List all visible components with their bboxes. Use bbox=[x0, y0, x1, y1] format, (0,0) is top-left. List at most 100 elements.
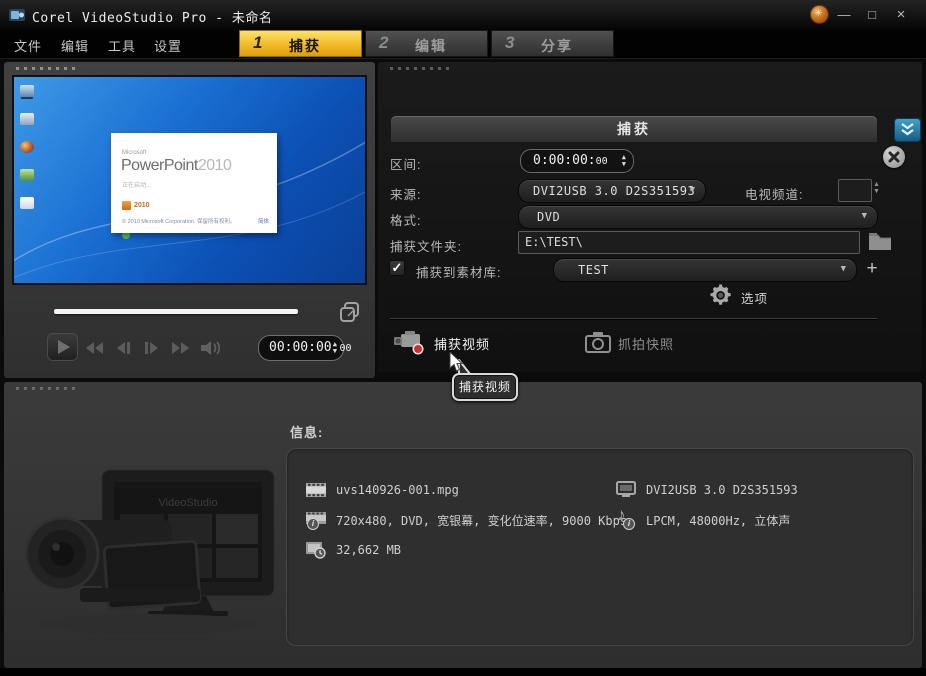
window-title: Corel VideoStudio Pro - 未命名 bbox=[32, 7, 272, 26]
capture-device-icon bbox=[615, 481, 637, 499]
desktop-icon-recycle-bin bbox=[20, 113, 34, 125]
info-item-video-format: i 720x480, DVD, 宽银幕, 变化位速率, 9000 Kbps bbox=[305, 509, 627, 531]
tab-edit-label: 编辑 bbox=[415, 36, 447, 56]
desktop-icon-computer bbox=[20, 85, 34, 97]
capture-panel: 捕获 区间: 0:00:00:00 ▲▼ 来源: DVI2USB 3.0 D2S… bbox=[378, 62, 922, 372]
mouse-cursor bbox=[449, 352, 464, 373]
info-item-device: DVI2USB 3.0 D2S351593 bbox=[615, 479, 798, 501]
tab-share[interactable]: 3 分享 bbox=[491, 30, 614, 57]
playback-scrubber[interactable] bbox=[54, 309, 298, 314]
chevron-down-icon: ▼ bbox=[862, 211, 867, 221]
library-folder-dropdown[interactable]: TEST ▼ bbox=[553, 258, 857, 282]
fast-forward-button[interactable] bbox=[168, 338, 192, 358]
chevron-down-icon: ▼ bbox=[841, 264, 846, 274]
camcorder-tv-illustration: VideoStudio bbox=[10, 448, 284, 662]
tab-edit-number: 2 bbox=[379, 33, 388, 53]
tab-share-number: 3 bbox=[505, 33, 514, 53]
captured-desktop: Microsoft PowerPoint2010 正在启动... 2010 © … bbox=[14, 77, 365, 283]
capture-to-library-label: 捕获到素材库: bbox=[416, 262, 501, 281]
menu-edit[interactable]: 编辑 bbox=[61, 36, 89, 55]
preview-timecode[interactable]: 00:00:00:00 ▲▼ bbox=[258, 335, 344, 361]
info-item-file-size: 32,662 MB bbox=[305, 539, 401, 561]
preview-panel: Microsoft PowerPoint2010 正在启动... 2010 © … bbox=[4, 62, 375, 378]
minimize-button[interactable]: — bbox=[834, 5, 854, 25]
source-label: 来源: bbox=[390, 184, 421, 203]
info-title: 信息: bbox=[290, 422, 323, 441]
snapshot-button[interactable]: 抓拍快照 bbox=[584, 326, 734, 360]
browse-folder-button[interactable] bbox=[866, 228, 894, 254]
splash-brand: Microsoft bbox=[122, 150, 146, 156]
capture-to-library-checkbox[interactable]: ✓ bbox=[389, 260, 405, 276]
info-box: uvs140926-001.mpg i 720x480, DVD, 宽银幕, 变… bbox=[286, 448, 914, 646]
tv-channel-stepper[interactable]: ▲▼ bbox=[873, 182, 880, 195]
divider bbox=[390, 318, 877, 319]
collapse-panel-button[interactable] bbox=[894, 118, 921, 142]
splash-copyright: © 2010 Microsoft Corporation. 保留所有权利。 bbox=[122, 217, 235, 225]
office-logo-icon bbox=[122, 201, 131, 210]
tooltip-capture-video: 捕获视频 bbox=[452, 373, 518, 401]
svg-text:VideoStudio: VideoStudio bbox=[158, 497, 217, 509]
panel-drag-handle[interactable] bbox=[16, 387, 78, 390]
duration-stepper[interactable]: ▲▼ bbox=[622, 154, 626, 167]
format-label: 格式: bbox=[390, 210, 421, 229]
double-chevron-down-icon bbox=[894, 118, 921, 142]
film-strip-icon bbox=[305, 482, 327, 498]
snapshot-label: 抓拍快照 bbox=[618, 334, 674, 353]
format-dropdown[interactable]: DVD ▼ bbox=[518, 205, 878, 229]
chevron-down-icon: ▼ bbox=[690, 185, 695, 195]
splash-logo-text: 2010 bbox=[134, 202, 150, 209]
rewind-button[interactable] bbox=[83, 338, 107, 358]
capture-folder-label: 捕获文件夹: bbox=[390, 236, 462, 255]
previous-frame-button[interactable] bbox=[112, 338, 136, 358]
info-item-filename: uvs140926-001.mpg bbox=[305, 479, 459, 501]
menu-tools[interactable]: 工具 bbox=[108, 36, 136, 55]
menu-file[interactable]: 文件 bbox=[14, 36, 42, 55]
gear-icon bbox=[708, 282, 735, 309]
app-icon bbox=[8, 6, 26, 24]
splash-locale: 简体 bbox=[258, 217, 269, 225]
clock-icon bbox=[314, 547, 326, 559]
source-dropdown[interactable]: DVI2USB 3.0 D2S351593 ▼ bbox=[518, 179, 706, 203]
close-panel-button[interactable] bbox=[883, 146, 905, 168]
desktop-icon-document bbox=[20, 197, 34, 209]
close-window-button[interactable]: × bbox=[891, 5, 911, 25]
panel-drag-handle[interactable] bbox=[16, 67, 78, 70]
splash-product: PowerPoint2010 bbox=[121, 157, 231, 175]
volume-button[interactable] bbox=[198, 338, 226, 358]
preview-screen: Microsoft PowerPoint2010 正在启动... 2010 © … bbox=[12, 75, 367, 285]
enlarge-preview-icon[interactable] bbox=[338, 300, 362, 324]
next-frame-button[interactable] bbox=[140, 338, 164, 358]
window-bottom-edge bbox=[0, 668, 926, 676]
desktop-icon-browser bbox=[20, 141, 34, 153]
corel-guide-button[interactable]: ✳ bbox=[810, 5, 829, 24]
close-icon bbox=[883, 146, 905, 168]
info-item-audio-format: ♪ i LPCM, 48000Hz, 立体声 bbox=[615, 509, 790, 531]
tab-capture-label: 捕获 bbox=[289, 36, 321, 56]
tab-edit[interactable]: 2 编辑 bbox=[365, 30, 488, 57]
duration-label: 区间: bbox=[390, 154, 421, 173]
title-bar: Corel VideoStudio Pro - 未命名 ✳ — □ × bbox=[0, 0, 926, 30]
capture-folder-input[interactable]: E:\TEST\ bbox=[518, 231, 860, 254]
timecode-stepper[interactable]: ▲▼ bbox=[333, 341, 337, 354]
camcorder-record-icon bbox=[392, 328, 428, 358]
tab-capture-number: 1 bbox=[253, 33, 262, 53]
capture-video-label: 捕获视频 bbox=[434, 334, 490, 353]
menu-settings[interactable]: 设置 bbox=[154, 36, 182, 55]
info-badge-icon: i bbox=[623, 518, 635, 530]
play-button[interactable] bbox=[47, 333, 78, 361]
capture-header-tab[interactable]: 捕获 bbox=[391, 116, 877, 142]
tv-channel-label: 电视频道: bbox=[745, 184, 803, 203]
tv-channel-input[interactable] bbox=[838, 179, 872, 202]
options-button[interactable]: 选项 bbox=[708, 282, 818, 310]
tab-share-label: 分享 bbox=[541, 36, 573, 56]
duration-spinner[interactable]: 0:00:00:00 ▲▼ bbox=[520, 149, 634, 173]
add-library-folder-button[interactable]: + bbox=[861, 259, 883, 279]
maximize-button[interactable]: □ bbox=[862, 5, 882, 25]
tab-capture[interactable]: 1 捕获 bbox=[239, 30, 362, 57]
capture-video-button[interactable]: 捕获视频 bbox=[392, 326, 552, 360]
application-window: Corel VideoStudio Pro - 未命名 ✳ — □ × 文件 编… bbox=[0, 0, 926, 676]
info-panel: VideoStudio 信息: uvs1409 bbox=[4, 382, 922, 668]
info-badge-icon: i bbox=[307, 518, 319, 530]
splash-loading-text: 正在启动... bbox=[122, 180, 151, 189]
panel-drag-handle[interactable] bbox=[390, 67, 452, 70]
